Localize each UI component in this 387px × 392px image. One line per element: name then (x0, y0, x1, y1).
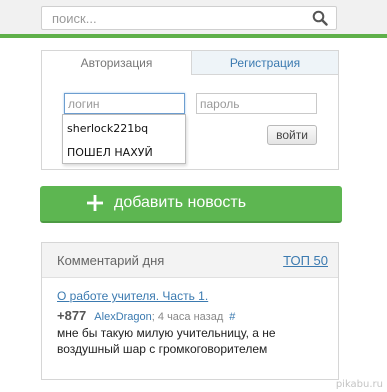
comment-meta: +877 AlexDragon; 4 часа назад # (57, 307, 235, 323)
search-button[interactable] (304, 7, 336, 29)
search-icon (312, 10, 328, 26)
comment-permalink[interactable]: # (229, 311, 235, 323)
comment-author-link[interactable]: AlexDragon (94, 311, 151, 323)
tab-register[interactable]: Регистрация (191, 51, 338, 75)
watermark: pikabu.ru (335, 379, 383, 390)
login-field[interactable] (64, 93, 185, 114)
tab-login[interactable]: Авторизация (42, 51, 191, 75)
comment-of-day-panel: Комментарий дня ТОП 50 О работе учителя.… (41, 242, 339, 380)
comment-time: ; 4 часа назад (151, 311, 224, 323)
top-bar (0, 0, 387, 38)
plus-icon (87, 195, 103, 211)
autocomplete-dropdown: sherlock221bq ПОШЕЛ НАХУЙ (62, 114, 186, 164)
password-field[interactable] (196, 93, 317, 114)
search-box (41, 6, 337, 30)
comment-rating: +877 (57, 308, 87, 323)
search-input[interactable] (42, 7, 300, 29)
add-news-label: добавить новость (114, 194, 247, 211)
comment-of-day-title: Комментарий дня (57, 253, 165, 268)
comment-text: мне бы такую милую учительницу, а не воз… (57, 326, 276, 356)
post-title-link[interactable]: О работе учителя. Часть 1. (57, 289, 208, 303)
auth-tabs: Авторизация Регистрация (42, 51, 338, 75)
add-news-button[interactable]: добавить новость (40, 186, 342, 223)
comment-of-day-header: Комментарий дня ТОП 50 (42, 243, 338, 278)
autocomplete-item[interactable]: ПОШЕЛ НАХУЙ (63, 141, 185, 165)
autocomplete-item[interactable]: sherlock221bq (63, 117, 185, 141)
login-button[interactable]: войти (267, 125, 317, 145)
top-50-link[interactable]: ТОП 50 (283, 243, 328, 279)
